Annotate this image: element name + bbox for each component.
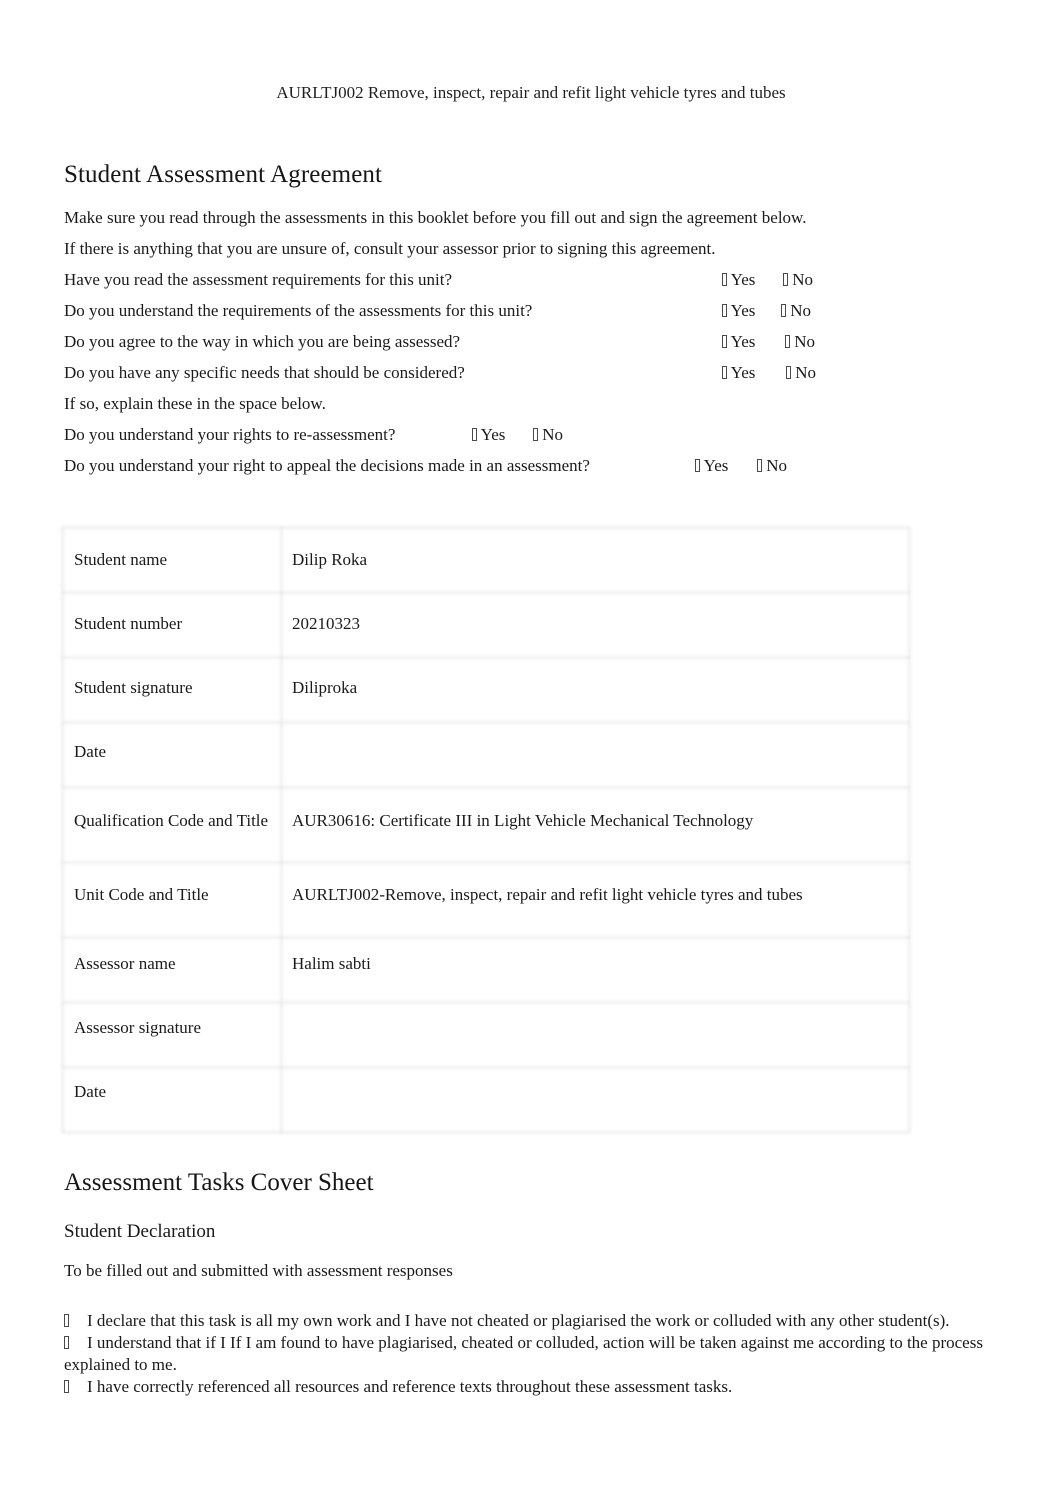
table-row (62, 787, 910, 863)
yes-label: Yes (480, 425, 506, 444)
cover-sheet-title: Assessment Tasks Cover Sheet (64, 1169, 374, 1196)
declaration-item-3: I have correctly referenced all resource… (64, 1376, 998, 1398)
declaration-item-2: I understand that if I If I am found to … (64, 1332, 998, 1376)
table-row (62, 592, 910, 658)
document-page: AURLTJ002 Remove, inspect, repair and re… (0, 0, 1062, 1506)
question-label: Do you understand the requirements of th… (64, 301, 533, 320)
checkbox-icon[interactable] (64, 1336, 69, 1349)
question-4-yes-option[interactable]: Yes (722, 363, 755, 383)
question-label: Do you have any specific needs that shou… (64, 363, 465, 382)
student-details-table: Student name Dilip Roka Student number 2… (62, 527, 910, 1133)
table-row (62, 657, 910, 723)
table-row (62, 527, 910, 593)
specific-needs-note: If so, explain these in the space below. (64, 394, 326, 413)
checkbox-icon[interactable] (722, 335, 727, 348)
question-label: Have you read the assessment requirement… (64, 270, 453, 289)
question-5-no-option[interactable]: No (533, 425, 563, 445)
agreement-section: Student Assessment Agreement Make sure y… (64, 160, 998, 487)
student-declaration-heading: Student Declaration (64, 1221, 216, 1242)
question-3-no-option[interactable]: No (785, 332, 815, 352)
checkbox-icon[interactable] (695, 459, 700, 472)
yes-label: Yes (730, 301, 756, 320)
agreement-question-4: Do you have any specific needs that shou… (64, 363, 998, 383)
checkbox-icon[interactable] (722, 304, 727, 317)
table-row (62, 862, 910, 938)
question-4-no-option[interactable]: No (786, 363, 816, 383)
checkbox-icon[interactable] (781, 304, 786, 317)
yes-label: Yes (730, 270, 756, 289)
agreement-question-3: Do you agree to the way in which you are… (64, 332, 998, 352)
checkbox-icon[interactable] (722, 273, 727, 286)
question-1-yes-option[interactable]: Yes (722, 270, 755, 290)
checkbox-icon[interactable] (786, 366, 791, 379)
question-6-yes-option[interactable]: Yes (695, 456, 728, 476)
agreement-question-1: Have you read the assessment requirement… (64, 270, 998, 290)
intro-line-2: If there is anything that you are unsure… (64, 239, 716, 258)
cover-sheet-section: Assessment Tasks Cover Sheet Student Dec… (64, 1168, 998, 1398)
no-label: No (792, 270, 814, 289)
no-label: No (794, 332, 816, 351)
table-row (62, 937, 910, 1003)
intro-line-1: Make sure you read through the assessmen… (64, 208, 807, 227)
question-2-yes-option[interactable]: Yes (722, 301, 755, 321)
question-2-no-option[interactable]: No (781, 301, 811, 321)
declaration-text: I have correctly referenced all resource… (87, 1377, 733, 1396)
question-6-no-option[interactable]: No (757, 456, 787, 476)
table-row (62, 1067, 910, 1133)
running-header: AURLTJ002 Remove, inspect, repair and re… (276, 83, 786, 102)
no-label: No (766, 456, 788, 475)
checkbox-icon[interactable] (533, 428, 538, 441)
table-row (62, 722, 910, 788)
no-label: No (795, 363, 817, 382)
question-label: Do you understand your right to appeal t… (64, 456, 590, 475)
question-3-yes-option[interactable]: Yes (722, 332, 755, 352)
page-title: Student Assessment Agreement (64, 161, 383, 188)
no-label: No (542, 425, 564, 444)
question-5-yes-option[interactable]: Yes (472, 425, 505, 445)
checkbox-icon[interactable] (64, 1380, 69, 1393)
table-row (62, 1002, 910, 1068)
yes-label: Yes (703, 456, 729, 475)
declaration-text: I declare that this task is all my own w… (87, 1311, 950, 1330)
details-grid (62, 527, 910, 1133)
yes-label: Yes (730, 363, 756, 382)
agreement-question-6: Do you understand your right to appeal t… (64, 456, 998, 476)
question-1-no-option[interactable]: No (783, 270, 813, 290)
yes-label: Yes (730, 332, 756, 351)
checkbox-icon[interactable] (472, 428, 477, 441)
checkbox-icon[interactable] (785, 335, 790, 348)
agreement-question-2: Do you understand the requirements of th… (64, 301, 998, 321)
no-label: No (790, 301, 812, 320)
checkbox-icon[interactable] (783, 273, 788, 286)
agreement-question-5: Do you understand your rights to re-asse… (64, 425, 998, 445)
checkbox-icon[interactable] (757, 459, 762, 472)
question-label: Do you agree to the way in which you are… (64, 332, 461, 351)
checkbox-icon[interactable] (722, 366, 727, 379)
question-label: Do you understand your rights to re-asse… (64, 425, 396, 444)
declaration-item-1: I declare that this task is all my own w… (64, 1310, 998, 1332)
checkbox-icon[interactable] (64, 1314, 69, 1327)
declaration-intro: To be filled out and submitted with asse… (64, 1261, 453, 1280)
declaration-text: I understand that if I If I am found to … (64, 1333, 983, 1374)
